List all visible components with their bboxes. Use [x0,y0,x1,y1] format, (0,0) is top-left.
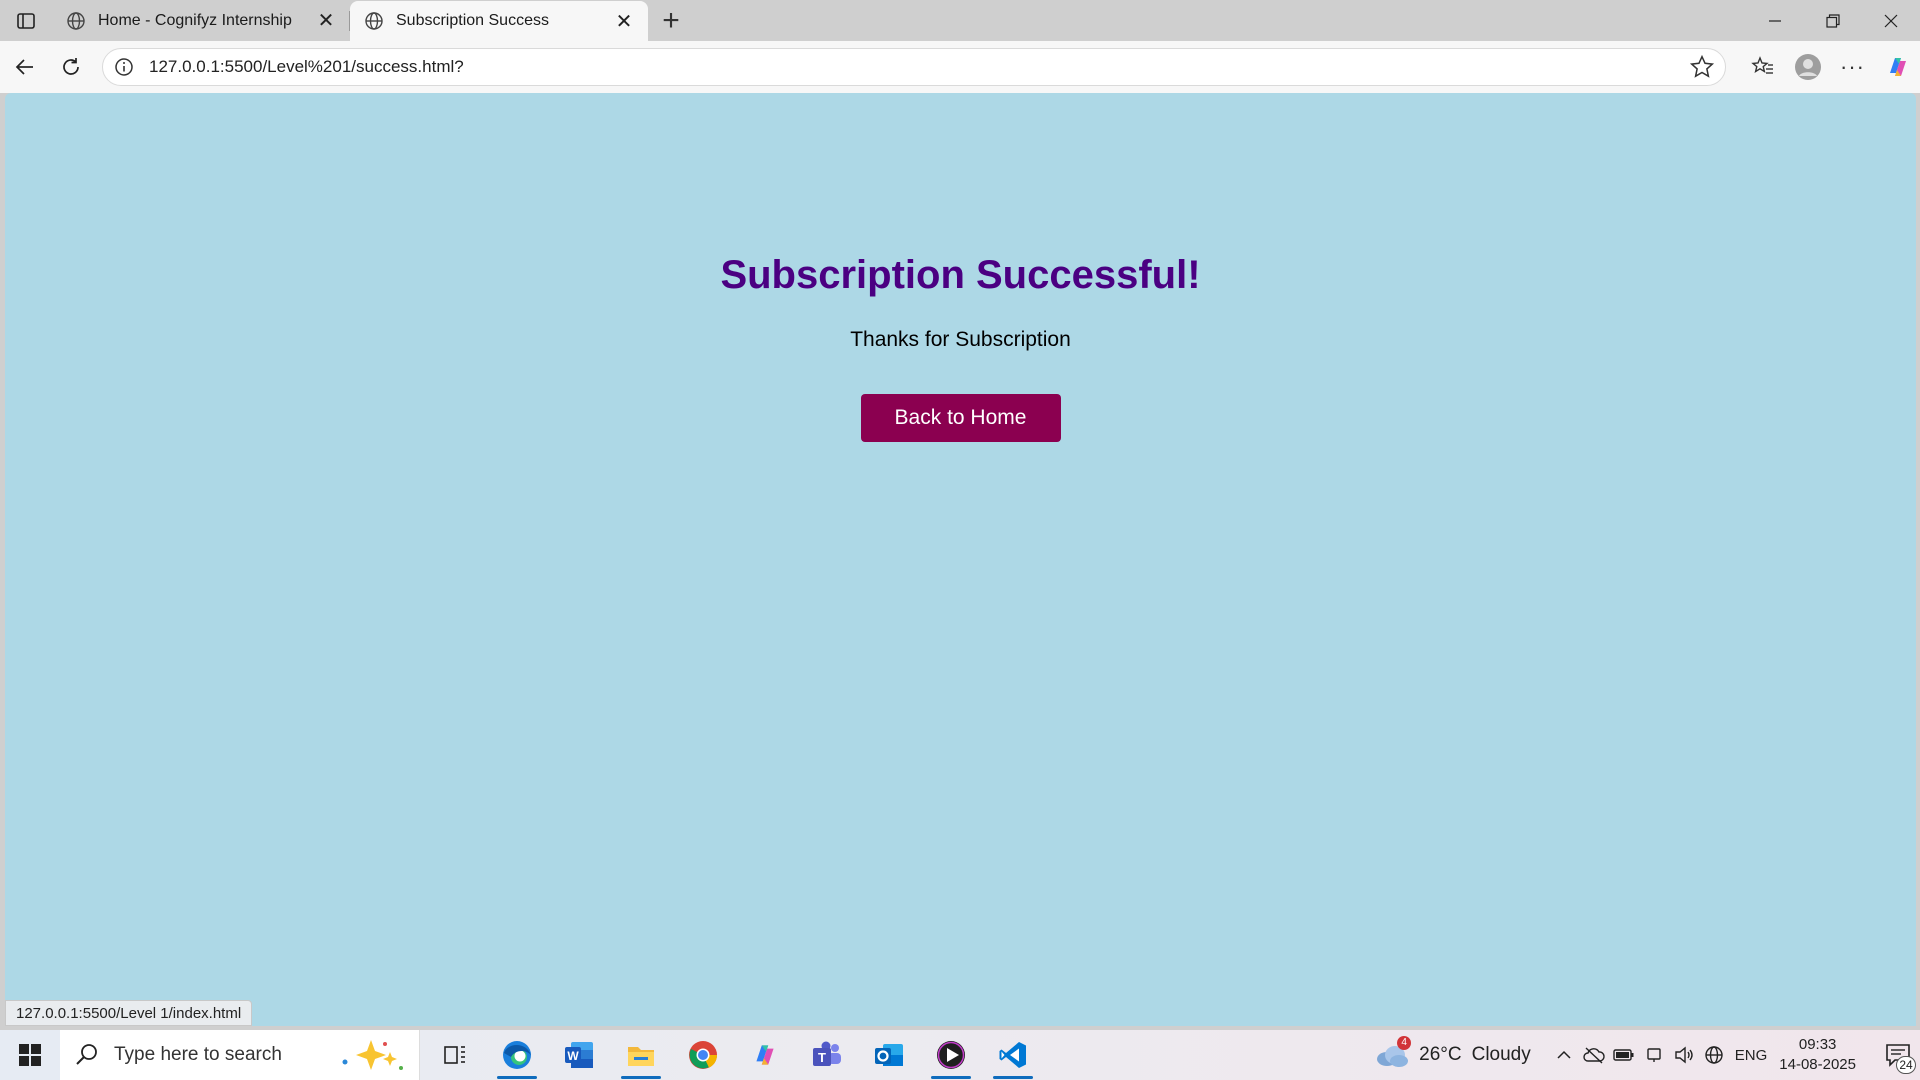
outlook-icon [875,1044,903,1066]
tab-actions-icon [17,12,35,29]
search-placeholder: Type here to search [114,1044,282,1065]
new-tab-button[interactable]: + [648,0,694,41]
restore-icon [1826,13,1840,28]
device-tray[interactable] [1639,1030,1669,1080]
copilot-icon [756,1045,774,1065]
tab-title: Subscription Success [396,12,549,29]
search-icon [76,1044,97,1065]
task-view-button[interactable] [424,1030,486,1080]
system-tray: 4 26°C Cloudy ENG 09:33 14-08-2025 24 [1375,1030,1920,1080]
window-controls [1746,0,1920,41]
edge-app[interactable] [486,1030,548,1080]
refresh-button[interactable] [48,47,94,87]
url-text[interactable]: 127.0.0.1:5500/Level%201/success.html? [149,57,1689,77]
link-status-bubble: 127.0.0.1:5500/Level 1/index.html [5,1000,253,1026]
show-hidden-icons-button[interactable] [1549,1030,1579,1080]
notification-center-button[interactable]: 24 [1876,1030,1920,1080]
device-icon [1647,1048,1661,1062]
toolbar-icons: ··· [1740,47,1920,87]
volume-tray[interactable] [1669,1030,1699,1080]
network-tray[interactable] [1699,1030,1729,1080]
clock-time: 09:33 [1798,1036,1837,1053]
clock-date: 14-08-2025 [1779,1056,1856,1073]
word-app[interactable]: W [548,1030,610,1080]
address-bar[interactable]: 127.0.0.1:5500/Level%201/success.html? [102,48,1726,86]
battery-tray[interactable] [1609,1030,1639,1080]
windows-logo-icon [19,1044,41,1066]
favorite-star-icon[interactable] [1689,54,1715,80]
speaker-icon [1675,1046,1693,1064]
tab-home[interactable]: Home - Cognifyz Internship ✕ [52,0,350,41]
media-player-app[interactable] [920,1030,982,1080]
task-view-icon [444,1046,465,1064]
close-tab-icon[interactable]: ✕ [612,9,636,33]
copilot-app[interactable] [734,1030,796,1080]
globe-icon [365,12,383,30]
onedrive-tray[interactable] [1579,1030,1609,1080]
weather-condition: Cloudy [1471,1044,1531,1065]
page-title: Subscription Successful! [720,253,1201,297]
globe-icon [1705,1046,1723,1064]
more-options-button[interactable]: ··· [1830,47,1875,87]
battery-icon [1613,1049,1634,1061]
copilot-button[interactable] [1875,47,1920,87]
refresh-icon [63,58,79,75]
taskbar-apps: W T [424,1030,1044,1080]
favorites-icon [1750,56,1773,74]
cloud-icon: 4 [1375,1036,1412,1068]
cloud-off-icon [1583,1047,1605,1064]
edge-icon [503,1041,531,1069]
chevron-up-icon [1557,1050,1571,1059]
back-to-home-button[interactable]: Back to Home [860,394,1061,442]
vscode-icon [999,1042,1026,1068]
tab-actions-button[interactable] [0,0,52,41]
vscode-app[interactable] [982,1030,1044,1080]
outlook-app[interactable] [858,1030,920,1080]
folder-icon [628,1047,654,1066]
weather-widget[interactable]: 4 26°C Cloudy [1375,1036,1531,1068]
play-icon [937,1041,965,1069]
plus-icon: + [662,3,680,37]
start-button[interactable] [0,1030,60,1080]
close-tab-icon[interactable]: ✕ [314,9,338,33]
success-content: Subscription Successful! Thanks for Subs… [5,253,1916,442]
tab-strip: Home - Cognifyz Internship ✕ Subscriptio… [0,0,1920,41]
screen: Home - Cognifyz Internship ✕ Subscriptio… [0,0,1920,1080]
minimize-button[interactable] [1746,0,1804,41]
svg-text:T: T [818,1050,826,1065]
weather-temperature: 26°C [1419,1044,1462,1065]
tab-subscription-success[interactable]: Subscription Success ✕ [350,1,648,41]
thanks-message: Thanks for Subscription [850,328,1071,351]
clock[interactable]: 09:33 14-08-2025 [1779,1035,1856,1075]
info-icon[interactable] [113,56,135,78]
teams-app[interactable]: T [796,1030,858,1080]
close-window-button[interactable] [1862,0,1920,41]
page-viewport: Subscription Successful! Thanks for Subs… [5,93,1916,1026]
chrome-icon [689,1041,718,1069]
globe-icon [67,11,85,30]
file-explorer-app[interactable] [610,1030,672,1080]
sparkle-icon [342,1040,403,1070]
favorites-button[interactable] [1740,47,1785,87]
teams-icon: T [813,1041,841,1066]
copilot-icon [1889,58,1906,76]
avatar-icon [1794,54,1821,80]
profile-button[interactable] [1785,47,1830,87]
minimize-icon [1769,19,1781,22]
taskbar-search-box[interactable]: Type here to search [60,1030,420,1080]
chrome-app[interactable] [672,1030,734,1080]
word-icon: W [565,1042,593,1068]
svg-text:W: W [567,1049,579,1063]
tab-title: Home - Cognifyz Internship [98,11,292,29]
input-language[interactable]: ENG [1735,1047,1768,1064]
restore-button[interactable] [1804,0,1862,41]
back-arrow-icon [15,59,33,75]
back-button[interactable] [2,47,48,87]
taskbar: Type here to search W T 4 26°C Cloudy EN… [0,1030,1920,1080]
close-icon [1884,14,1898,27]
browser-toolbar: 127.0.0.1:5500/Level%201/success.html? ·… [0,41,1920,93]
notification-count-badge: 24 [1896,1056,1916,1074]
ellipsis-icon: ··· [1840,54,1865,79]
